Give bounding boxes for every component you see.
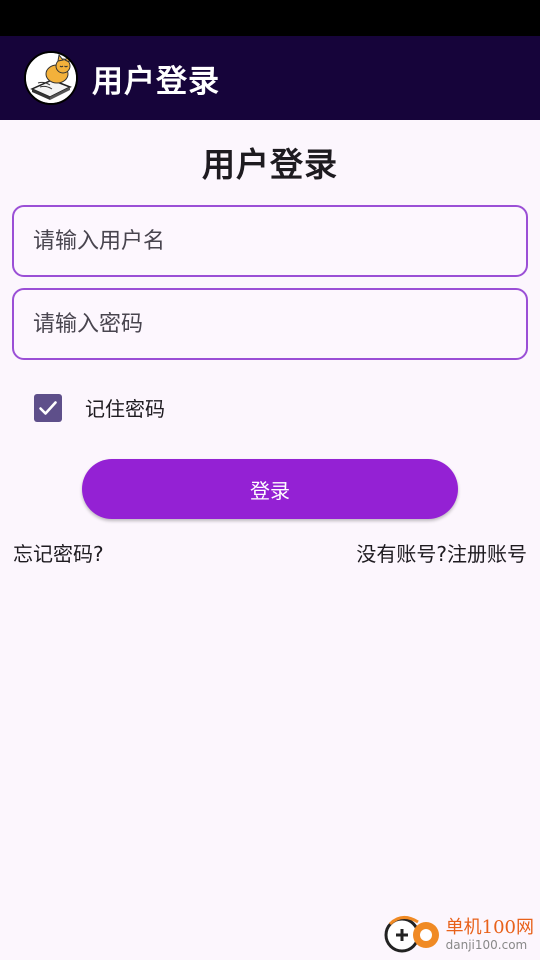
- checkmark-icon: [39, 400, 57, 415]
- password-field[interactable]: [12, 288, 528, 360]
- login-button[interactable]: 登录: [82, 459, 458, 519]
- watermark-logo-icon: [384, 916, 439, 953]
- page-title: 用户登录: [202, 145, 338, 184]
- forgot-password-link[interactable]: 忘记密码?: [13, 538, 104, 567]
- avatar[interactable]: [24, 51, 78, 105]
- password-input[interactable]: [33, 311, 526, 337]
- watermark-url: danji100.com: [445, 938, 528, 952]
- cat-reading-book-icon: [26, 53, 76, 103]
- remember-password-label: 记住密码: [85, 397, 165, 421]
- remember-password-checkbox[interactable]: [34, 393, 62, 422]
- app-bar-title: 用户登录: [92, 63, 220, 100]
- register-link[interactable]: 没有账号?注册账号: [356, 538, 527, 567]
- watermark: 单机100网 danji100.com: [382, 914, 534, 956]
- status-bar: [0, 0, 540, 36]
- username-input[interactable]: [33, 228, 526, 254]
- remember-password-row[interactable]: 记住密码: [34, 393, 165, 422]
- app-bar: 用户登录: [0, 36, 540, 120]
- username-field[interactable]: [12, 205, 528, 277]
- watermark-name: 单机100网: [445, 917, 534, 938]
